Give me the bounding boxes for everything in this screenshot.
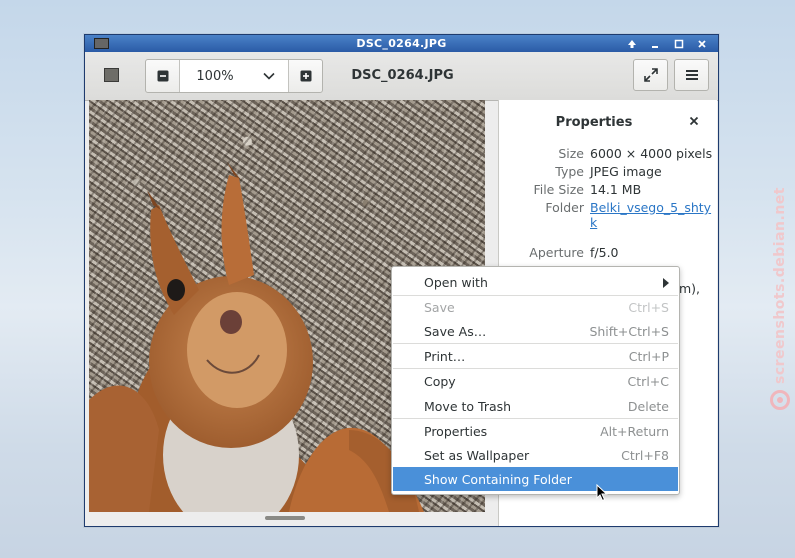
mouse-pointer-icon [596, 484, 608, 502]
menu-item-move-to-trash[interactable]: Move to Trash Delete [393, 394, 678, 418]
property-key: File Size [533, 182, 584, 197]
menu-button[interactable] [674, 59, 709, 91]
horizontal-scrollbar[interactable] [265, 516, 305, 520]
menu-item-shortcut: Shift+Ctrl+S [589, 324, 669, 339]
property-value: JPEG image [590, 164, 662, 179]
property-key: Folder [545, 200, 584, 215]
submenu-arrow-icon [663, 278, 669, 288]
minimize-button[interactable] [647, 36, 663, 51]
menu-item-label: Set as Wallpaper [424, 448, 530, 463]
maximize-icon [674, 39, 684, 48]
property-value: 6000 × 4000 pixels [590, 146, 713, 161]
debian-logo-icon [770, 390, 790, 410]
property-key: Type [555, 164, 584, 179]
menu-item-shortcut: Ctrl+P [628, 349, 669, 364]
menu-item-label: Show Containing Folder [424, 472, 572, 487]
maximize-button[interactable] [671, 36, 687, 51]
property-value: 14.1 MB [590, 182, 642, 197]
zoom-level[interactable]: 100% [180, 60, 250, 92]
window-titlebar[interactable]: DSC_0264.JPG [85, 35, 718, 52]
properties-heading: Properties [555, 115, 633, 130]
zoom-dropdown-button[interactable] [250, 60, 288, 92]
fullscreen-icon [643, 68, 658, 82]
menu-item-label: Print… [424, 349, 466, 364]
menu-item-shortcut: Ctrl+S [628, 300, 669, 315]
menu-item-label: Copy [424, 374, 456, 389]
close-window-button[interactable] [694, 36, 710, 51]
folder-link[interactable]: Belki_vsego_5_shtyk [590, 200, 714, 230]
menu-item-label: Properties [424, 424, 488, 439]
context-menu: Open with Save Ctrl+S Save As… Shift+Ctr… [391, 266, 680, 495]
menu-item-print[interactable]: Print… Ctrl+P [393, 344, 678, 368]
close-icon [689, 116, 699, 126]
menu-item-save-as[interactable]: Save As… Shift+Ctrl+S [393, 319, 678, 343]
raise-window-button[interactable] [624, 36, 640, 51]
property-value: f/5.0 [590, 245, 619, 260]
fullscreen-button[interactable] [633, 59, 668, 91]
plus-icon [300, 70, 311, 82]
chevron-down-icon [263, 72, 275, 80]
image-title: DSC_0264.JPG [351, 68, 454, 83]
menu-item-label: Save [424, 300, 455, 315]
menu-item-copy[interactable]: Copy Ctrl+C [393, 369, 678, 393]
menu-item-open-with[interactable]: Open with [393, 270, 678, 294]
menu-item-label: Move to Trash [424, 399, 512, 414]
zoom-control: 100% [145, 59, 323, 93]
menu-item-save[interactable]: Save Ctrl+S [393, 295, 678, 319]
close-sidebar-button[interactable] [687, 114, 701, 128]
property-key: Aperture [529, 245, 584, 260]
property-value-partial: m), [679, 281, 701, 296]
menu-item-set-as-wallpaper[interactable]: Set as Wallpaper Ctrl+F8 [393, 443, 678, 467]
minus-icon [157, 70, 168, 82]
property-key: Size [558, 146, 584, 161]
hamburger-menu-icon [685, 70, 698, 80]
arrow-up-icon [628, 39, 636, 48]
menu-item-shortcut: Alt+Return [600, 424, 669, 439]
menu-item-shortcut: Ctrl+C [627, 374, 669, 389]
image-thumbnail-icon [104, 68, 119, 82]
zoom-out-button[interactable] [146, 60, 180, 92]
menu-item-label: Open with [424, 275, 488, 290]
menu-item-properties[interactable]: Properties Alt+Return [393, 419, 678, 443]
header-bar: 100% DSC_0264.JPG [85, 52, 718, 101]
menu-item-shortcut: Ctrl+F8 [621, 448, 669, 463]
minimize-icon [652, 45, 658, 48]
menu-item-shortcut: Delete [627, 399, 669, 414]
menu-item-show-containing-folder[interactable]: Show Containing Folder [393, 467, 678, 491]
menu-item-label: Save As… [424, 324, 487, 339]
close-icon [698, 39, 706, 48]
